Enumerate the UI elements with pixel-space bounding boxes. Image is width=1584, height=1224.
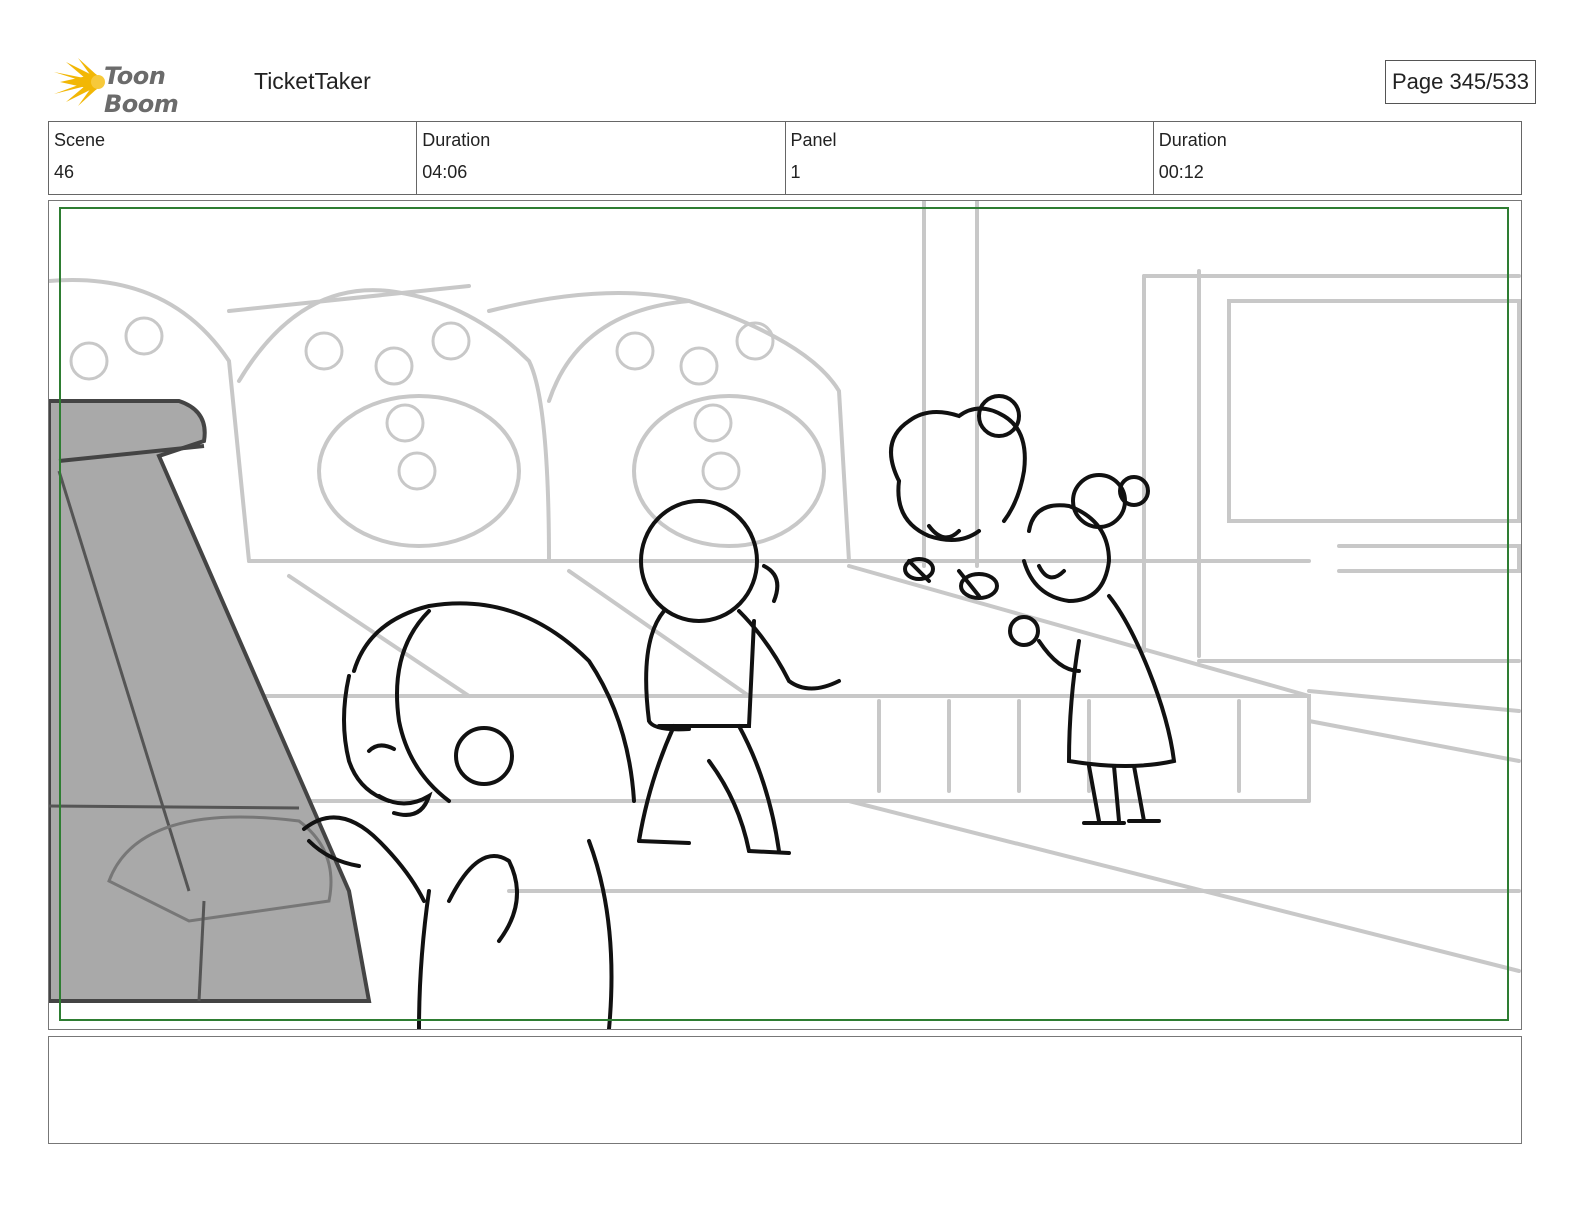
scene-cell: Scene 46: [49, 122, 418, 194]
page-header: Toon Boom TicketTaker Page 345/533: [52, 56, 1536, 118]
panel-value: 1: [790, 162, 801, 182]
storyboard-panel: [48, 200, 1522, 1030]
panel-sketch: [49, 201, 1521, 1029]
panel-cell: Panel 1: [786, 122, 1154, 194]
scene-duration-cell: Duration 04:06: [417, 122, 786, 194]
scene-duration-label: Duration: [422, 130, 491, 150]
panel-duration-value: 00:12: [1158, 162, 1204, 182]
starburst-icon: [54, 58, 105, 106]
project-title: TicketTaker: [254, 68, 371, 94]
logo-text: Toon Boom: [104, 62, 179, 118]
panel-duration-label: Duration: [1158, 130, 1227, 150]
scene-duration-value: 04:06: [422, 162, 468, 182]
scene-info-table: Scene 46 Duration 04:06 Panel 1 Duration…: [48, 121, 1522, 195]
panel-label: Panel: [790, 130, 837, 150]
toon-boom-logo: Toon Boom: [52, 56, 242, 118]
character-curly-girl: [889, 394, 1027, 600]
page-number: Page 345/533: [1384, 60, 1536, 104]
panel-notes-box: [48, 1036, 1522, 1144]
scene-value: 46: [54, 162, 75, 182]
panel-duration-cell: Duration 00:12: [1154, 122, 1521, 194]
scene-label: Scene: [54, 130, 106, 150]
